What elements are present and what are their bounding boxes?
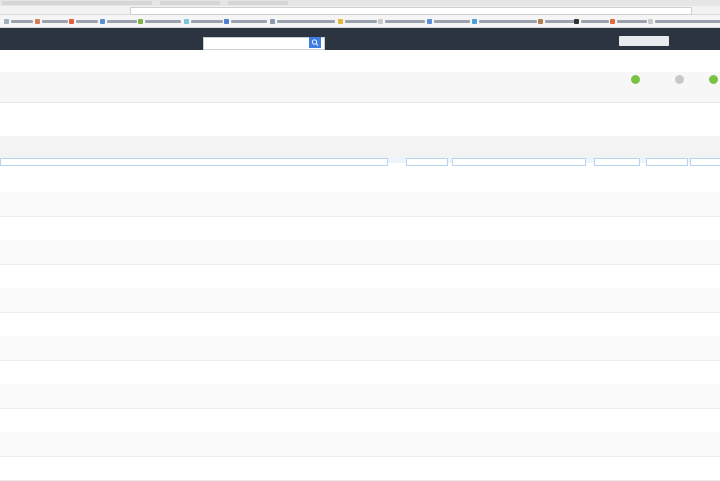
filter-input[interactable] — [594, 158, 640, 166]
table-row[interactable] — [0, 408, 720, 433]
table-row[interactable] — [0, 336, 720, 361]
table-header — [0, 136, 720, 159]
export-button[interactable] — [700, 75, 720, 86]
bookmark-item[interactable] — [35, 18, 68, 24]
table-row[interactable] — [0, 240, 720, 265]
bookmark-item[interactable] — [338, 18, 377, 24]
search-input[interactable] — [203, 37, 325, 50]
bookmark-item[interactable] — [4, 18, 33, 24]
bookmark-item[interactable] — [538, 18, 575, 24]
address-field[interactable] — [130, 7, 692, 15]
table-row[interactable] — [0, 384, 720, 409]
user-selector[interactable] — [619, 36, 669, 46]
table-row[interactable] — [0, 288, 720, 313]
table-row[interactable] — [0, 456, 720, 481]
bookmark-item[interactable] — [138, 18, 181, 24]
table-row[interactable] — [0, 168, 720, 193]
filter-input[interactable] — [690, 158, 720, 166]
browser-url-bar — [0, 6, 720, 15]
table-row[interactable] — [0, 360, 720, 385]
filter-input[interactable] — [646, 158, 688, 166]
bookmark-item[interactable] — [69, 18, 98, 24]
table-row[interactable] — [0, 312, 720, 337]
table-row[interactable] — [0, 264, 720, 289]
bookmark-item[interactable] — [648, 18, 720, 24]
bookmark-item[interactable] — [472, 18, 537, 24]
filter-input[interactable] — [452, 158, 586, 166]
table-row[interactable] — [0, 216, 720, 241]
filter-input[interactable] — [0, 158, 388, 166]
filter-input[interactable] — [406, 158, 448, 166]
browser-tab[interactable] — [228, 1, 288, 5]
bookmark-item[interactable] — [378, 18, 425, 24]
bookmarks-bar — [0, 15, 720, 28]
refresh-button[interactable] — [666, 75, 692, 86]
search-button[interactable] — [309, 37, 321, 48]
bookmark-item[interactable] — [427, 18, 470, 24]
table-row[interactable] — [0, 432, 720, 457]
bookmark-item[interactable] — [184, 18, 223, 24]
add-icon — [630, 75, 640, 84]
toolbar — [0, 72, 720, 103]
bookmark-item[interactable] — [270, 18, 335, 24]
refresh-icon — [674, 75, 684, 84]
bookmark-item[interactable] — [574, 18, 609, 24]
search-icon — [311, 39, 319, 46]
table-row[interactable] — [0, 192, 720, 217]
bookmark-item[interactable] — [224, 18, 267, 24]
add-button[interactable] — [622, 75, 648, 86]
export-icon — [708, 75, 718, 84]
bookmark-item[interactable] — [100, 18, 137, 24]
browser-tab[interactable] — [160, 1, 220, 5]
bookmark-item[interactable] — [610, 18, 647, 24]
app-header — [0, 28, 720, 50]
browser-tab[interactable] — [2, 1, 152, 5]
